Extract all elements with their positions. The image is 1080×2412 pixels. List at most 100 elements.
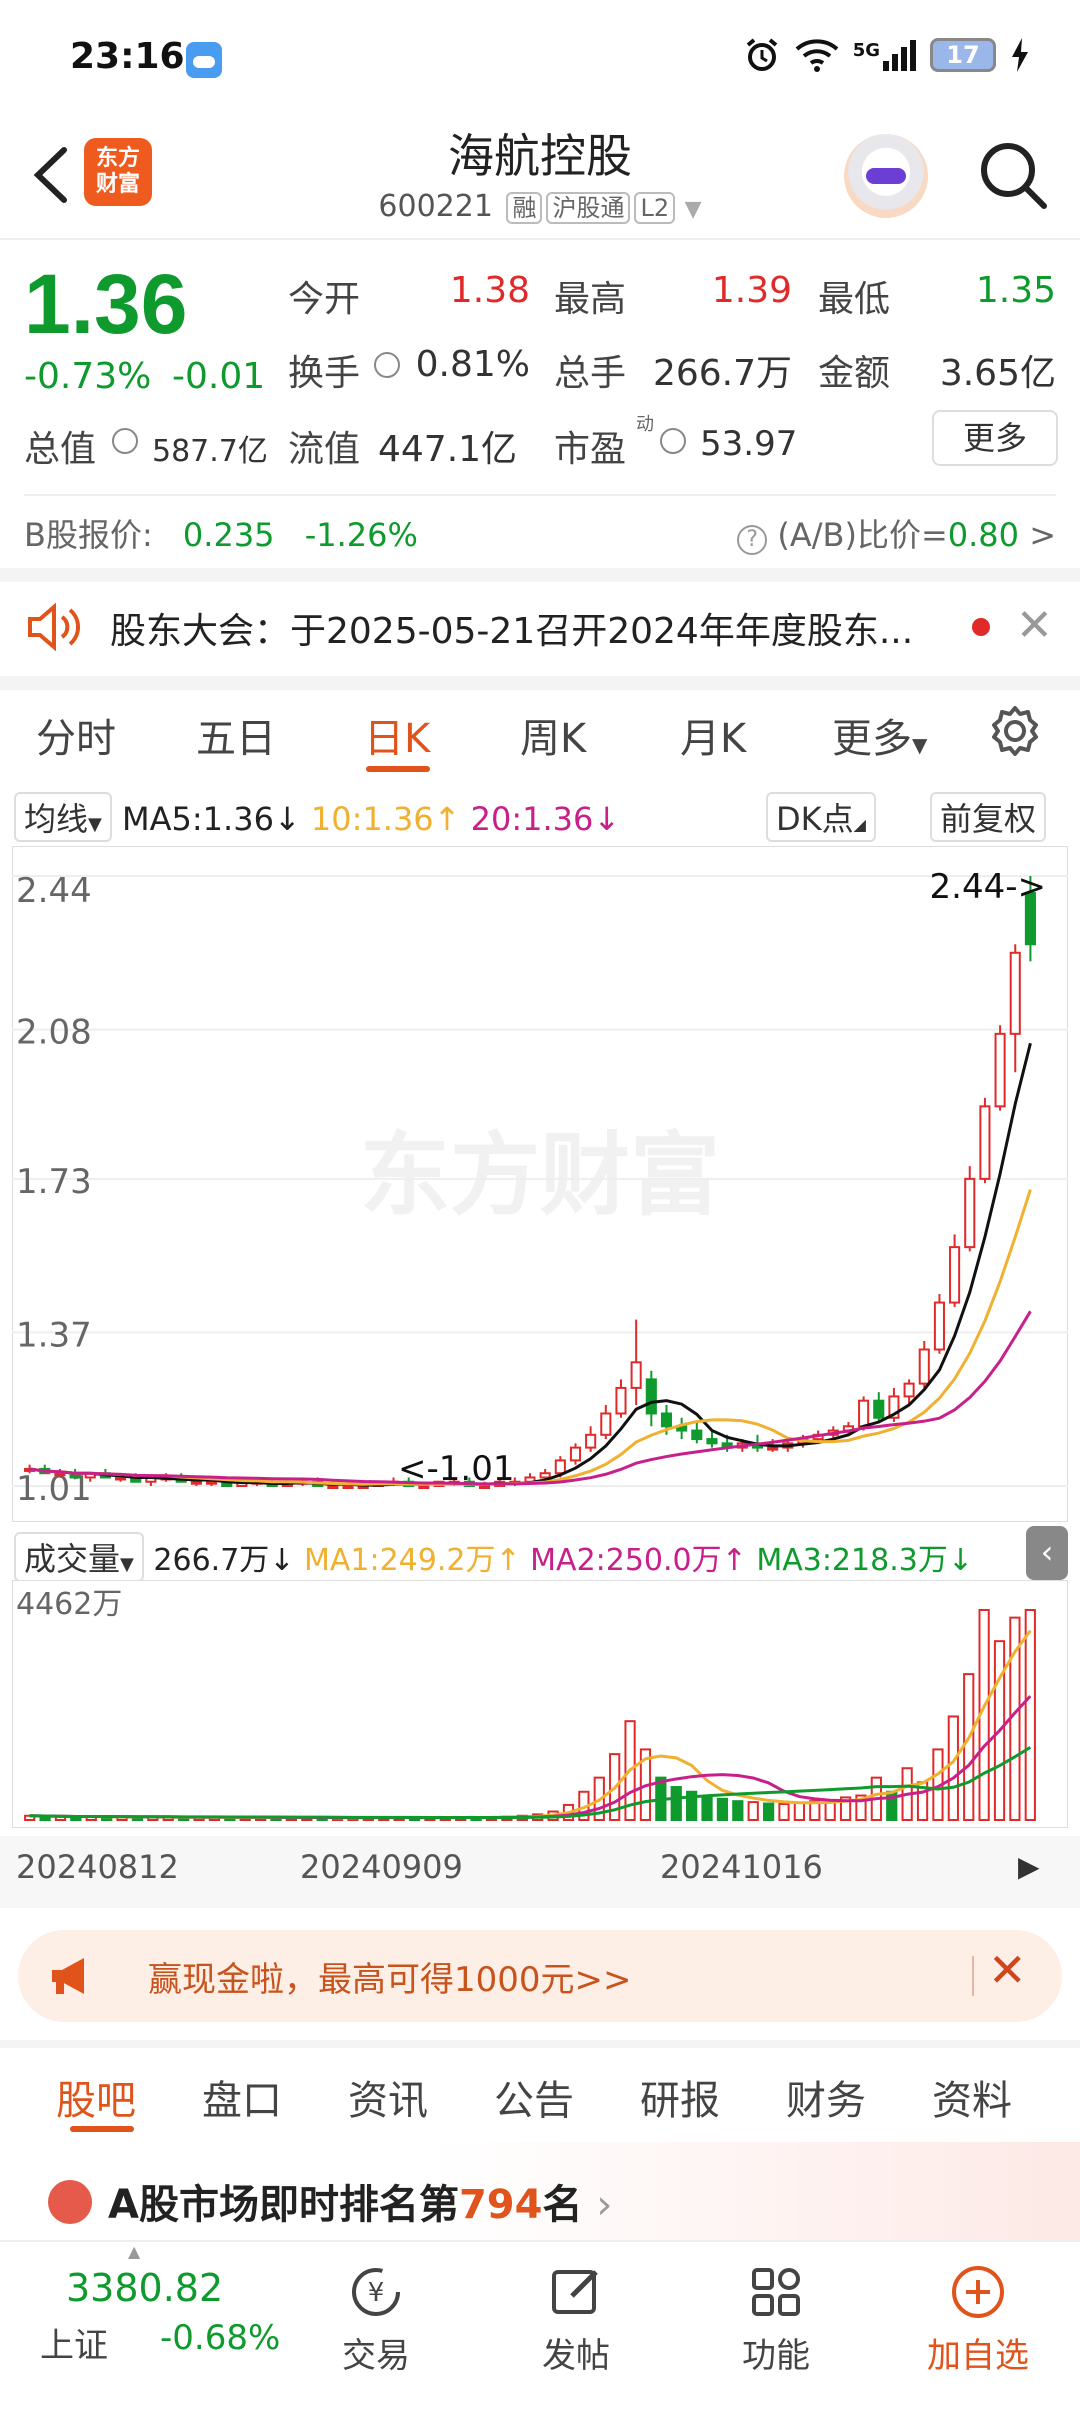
nav-post[interactable]: 发帖 — [506, 2262, 646, 2377]
candlestick-chart[interactable]: 东方财富2.442.081.731.371.012.44-><-1.01 — [12, 846, 1068, 1522]
rank-text[interactable]: A股市场即时排名第794名 › — [108, 2172, 612, 2230]
tab-weekly-k[interactable]: 周K — [520, 706, 586, 764]
index-value[interactable]: 3380.82 — [66, 2266, 223, 2310]
promo-text[interactable]: 赢现金啦，最高可得1000元>> — [148, 1952, 632, 2001]
date-tick: 20240812 — [16, 1848, 179, 1886]
tab-more-label: 更多 — [832, 716, 912, 762]
nav-add-watchlist[interactable]: 加自选 — [908, 2262, 1048, 2377]
volume-selector[interactable]: 成交量▼ — [14, 1532, 144, 1582]
stock-code: 600221 — [378, 189, 493, 224]
assistant-robot-icon[interactable] — [844, 134, 928, 218]
b-share-price: 0.235 — [182, 516, 275, 554]
alarm-icon — [746, 38, 777, 71]
dk-point-button[interactable]: DK点◢ — [766, 792, 876, 842]
turnover-value: 0.81% — [415, 344, 530, 385]
candle-body — [554, 1459, 566, 1475]
nav-trade[interactable]: ¥ 交易 — [306, 2262, 446, 2377]
wifi-icon — [795, 39, 839, 72]
caret-down-icon[interactable]: ▼ — [685, 197, 702, 222]
rank-prefix: A股市场即时排名第 — [108, 2182, 459, 2228]
candle-body — [873, 1399, 885, 1419]
ma-selector[interactable]: 均线▼ — [14, 792, 112, 842]
more-button[interactable]: 更多 — [932, 410, 1058, 466]
candle-body — [933, 1301, 945, 1351]
candle-body — [706, 1438, 718, 1445]
status-bar: 23:16 5G 17 — [0, 0, 1080, 120]
nav-functions[interactable]: 功能 — [706, 2262, 846, 2377]
tab-research[interactable]: 研报 — [640, 2068, 720, 2126]
tab-more[interactable]: 更多▼ — [832, 706, 927, 764]
tab-news[interactable]: 资讯 — [348, 2068, 428, 2126]
tab-daily-k[interactable]: 日K — [364, 706, 430, 764]
charging-icon — [1012, 38, 1028, 72]
nav-trade-label: 交易 — [342, 2336, 410, 2376]
rank-number: 794 — [458, 2182, 543, 2228]
play-right-icon[interactable]: ▶ — [1018, 1850, 1040, 1883]
pe-label: 市盈 — [554, 429, 627, 470]
edit-icon — [552, 2270, 598, 2314]
total-cap-info-icon[interactable] — [112, 428, 138, 454]
nav-add-watch-label: 加自选 — [927, 2336, 1029, 2376]
notice-text[interactable]: 股东大会：于2025-05-21召开2024年年度股东... — [110, 602, 913, 654]
b-share-label: B股报价: — [24, 516, 153, 554]
tab-order-book[interactable]: 盘口 — [202, 2068, 282, 2126]
candle-body — [539, 1472, 551, 1479]
close-icon[interactable]: ✕ — [1016, 604, 1053, 648]
volume-bar — [778, 1802, 790, 1821]
tag-margin: 融 — [506, 192, 543, 224]
float-cap-label: 流值 — [288, 429, 361, 470]
volume-chart[interactable]: 4462万 — [12, 1580, 1068, 1828]
nav-functions-label: 功能 — [742, 2336, 810, 2376]
low-marker: <-1.01 — [398, 1449, 514, 1489]
volume-legend: 成交量▼ 266.7万↓ MA1:249.2万↑ MA2:250.0万↑ MA3… — [14, 1532, 973, 1582]
rank-suffix: 名 — [542, 2182, 583, 2228]
tag-l2: L2 — [634, 192, 676, 224]
caret-up-icon: ▲ — [128, 2242, 141, 2261]
tab-announcements[interactable]: 公告 — [494, 2068, 574, 2126]
svg-text:¥: ¥ — [368, 2278, 385, 2308]
turnover-info-icon[interactable] — [374, 352, 400, 378]
tab-intraday[interactable]: 分时 — [36, 706, 116, 764]
candle-body — [600, 1412, 612, 1436]
candle-body — [569, 1446, 582, 1462]
low-label: 最低 — [818, 279, 891, 320]
open-label: 今开 — [288, 279, 361, 320]
vol-ma1: MA1:249.2万 — [303, 1543, 496, 1578]
candle-body — [949, 1246, 961, 1304]
pe-info-icon[interactable] — [660, 428, 686, 454]
y-tick-label: 2.08 — [16, 1013, 92, 1053]
tab-profile[interactable]: 资料 — [932, 2068, 1012, 2126]
settings-gear-icon[interactable] — [988, 704, 1042, 758]
volume-bar — [963, 1673, 975, 1821]
search-icon[interactable] — [976, 138, 1050, 212]
tab-five-day[interactable]: 五日 — [196, 706, 276, 764]
candle-body — [858, 1399, 870, 1428]
speaker-icon — [28, 602, 81, 652]
forward-adjust-button[interactable]: 前复权 — [930, 792, 1047, 842]
ab-ratio-value: 0.80 — [947, 516, 1020, 554]
tab-monthly-k[interactable]: 月K — [680, 706, 746, 764]
date-tick: 20241016 — [660, 1848, 823, 1886]
active-tab-indicator — [70, 2126, 134, 2132]
vol-ma3: MA3:218.3万 — [756, 1543, 948, 1578]
candle-body — [660, 1412, 673, 1428]
grid-apps-icon — [752, 2268, 800, 2316]
index-name[interactable]: 上证 — [40, 2318, 108, 2367]
ab-ratio[interactable]: ? (A/B)比价=0.80 > — [737, 510, 1056, 556]
ranking-icon — [48, 2180, 92, 2224]
section-gap — [0, 568, 1080, 582]
high-marker: 2.44-> — [930, 867, 1046, 907]
pe-dynamic-mark: 动 — [636, 414, 654, 435]
collapse-panel-icon[interactable]: ‹ — [1026, 1526, 1068, 1580]
candle-body — [979, 1105, 991, 1180]
volume-bar — [747, 1801, 759, 1822]
volume-value: 266.7万 — [652, 353, 792, 394]
tab-forum[interactable]: 股吧 — [56, 2068, 136, 2126]
index-change[interactable]: -0.68% — [160, 2318, 280, 2358]
tab-financials[interactable]: 财务 — [786, 2068, 866, 2126]
close-icon[interactable]: ✕ — [988, 1944, 1027, 1996]
volume-current: 266.7万 — [153, 1543, 270, 1578]
status-time: 23:16 — [70, 36, 185, 77]
ma5-value: MA5:1.36 — [122, 800, 274, 838]
weather-icon — [186, 42, 222, 78]
